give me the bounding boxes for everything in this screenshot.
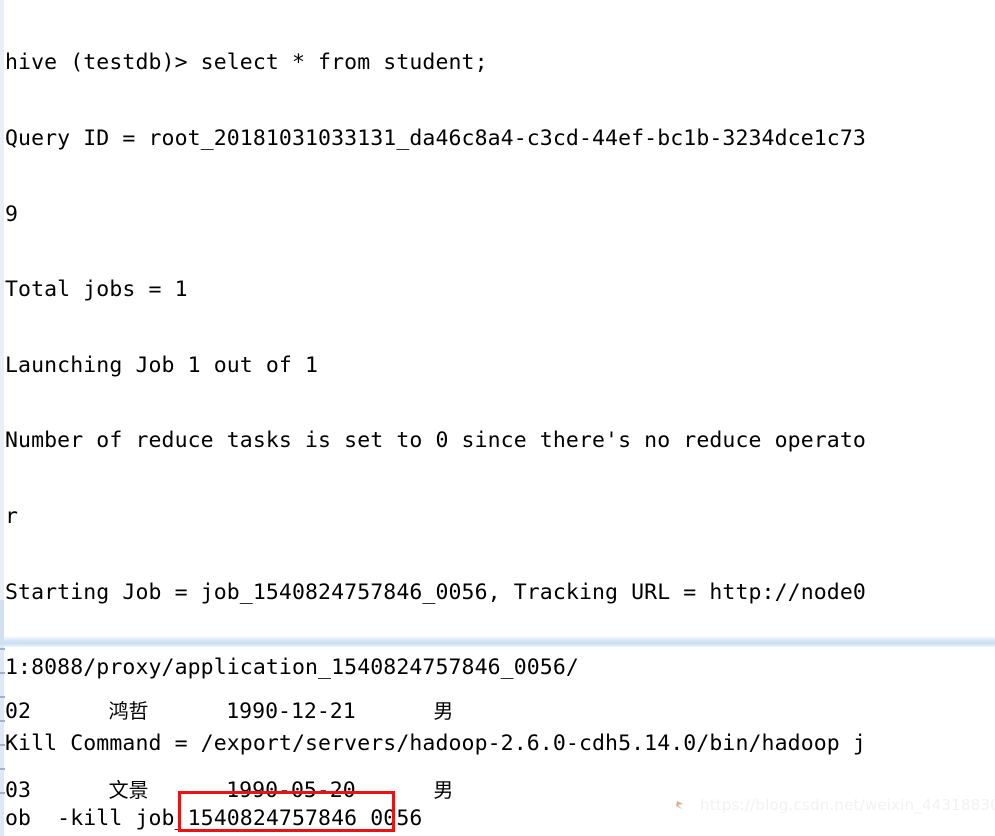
red-highlight-annotation [178,791,395,832]
result-row-02: 02 鸿哲 1990-12-21 男 [5,698,995,724]
log-line-total-jobs: Total jobs = 1 [5,277,188,303]
command-prompt-line: hive (testdb)> select * from student; [5,50,488,76]
pad [356,699,434,724]
cell-s-sex: 男 [433,778,454,802]
cell-s-birth: 1990-12-21 [226,699,356,725]
watermark-logo-icon [676,801,683,809]
log-line-reduce-tasks-wrap: r [5,503,19,529]
scrollbar-ticks[interactable] [0,648,5,836]
pad [31,778,109,803]
log-line-reduce-tasks: Number of reduce tasks is set to 0 since… [5,428,866,454]
pad [149,699,227,724]
cell-s-name: 鸿哲 [108,699,149,724]
screenshot-stitch-seam [0,636,995,647]
cell-s-sex: 男 [433,699,454,724]
log-line-query-id-wrap: 9 [5,201,19,227]
cell-s-id: 02 [5,699,31,725]
log-line-launching-job: Launching Job 1 out of 1 [5,352,319,378]
pad [31,699,109,724]
log-line-query-id: Query ID = root_20181031033131_da46c8a4-… [5,126,866,151]
cell-s-id: 03 [5,778,31,803]
log-line-starting-job: Starting Job = job_1540824757846_0056, T… [5,579,866,605]
terminal-screenshot: hive (testdb)> select * from student; Qu… [0,0,995,836]
cell-s-name: 文景 [108,778,149,802]
csdn-watermark: https://blog.csdn.net/weixin_44318830 [700,796,995,814]
